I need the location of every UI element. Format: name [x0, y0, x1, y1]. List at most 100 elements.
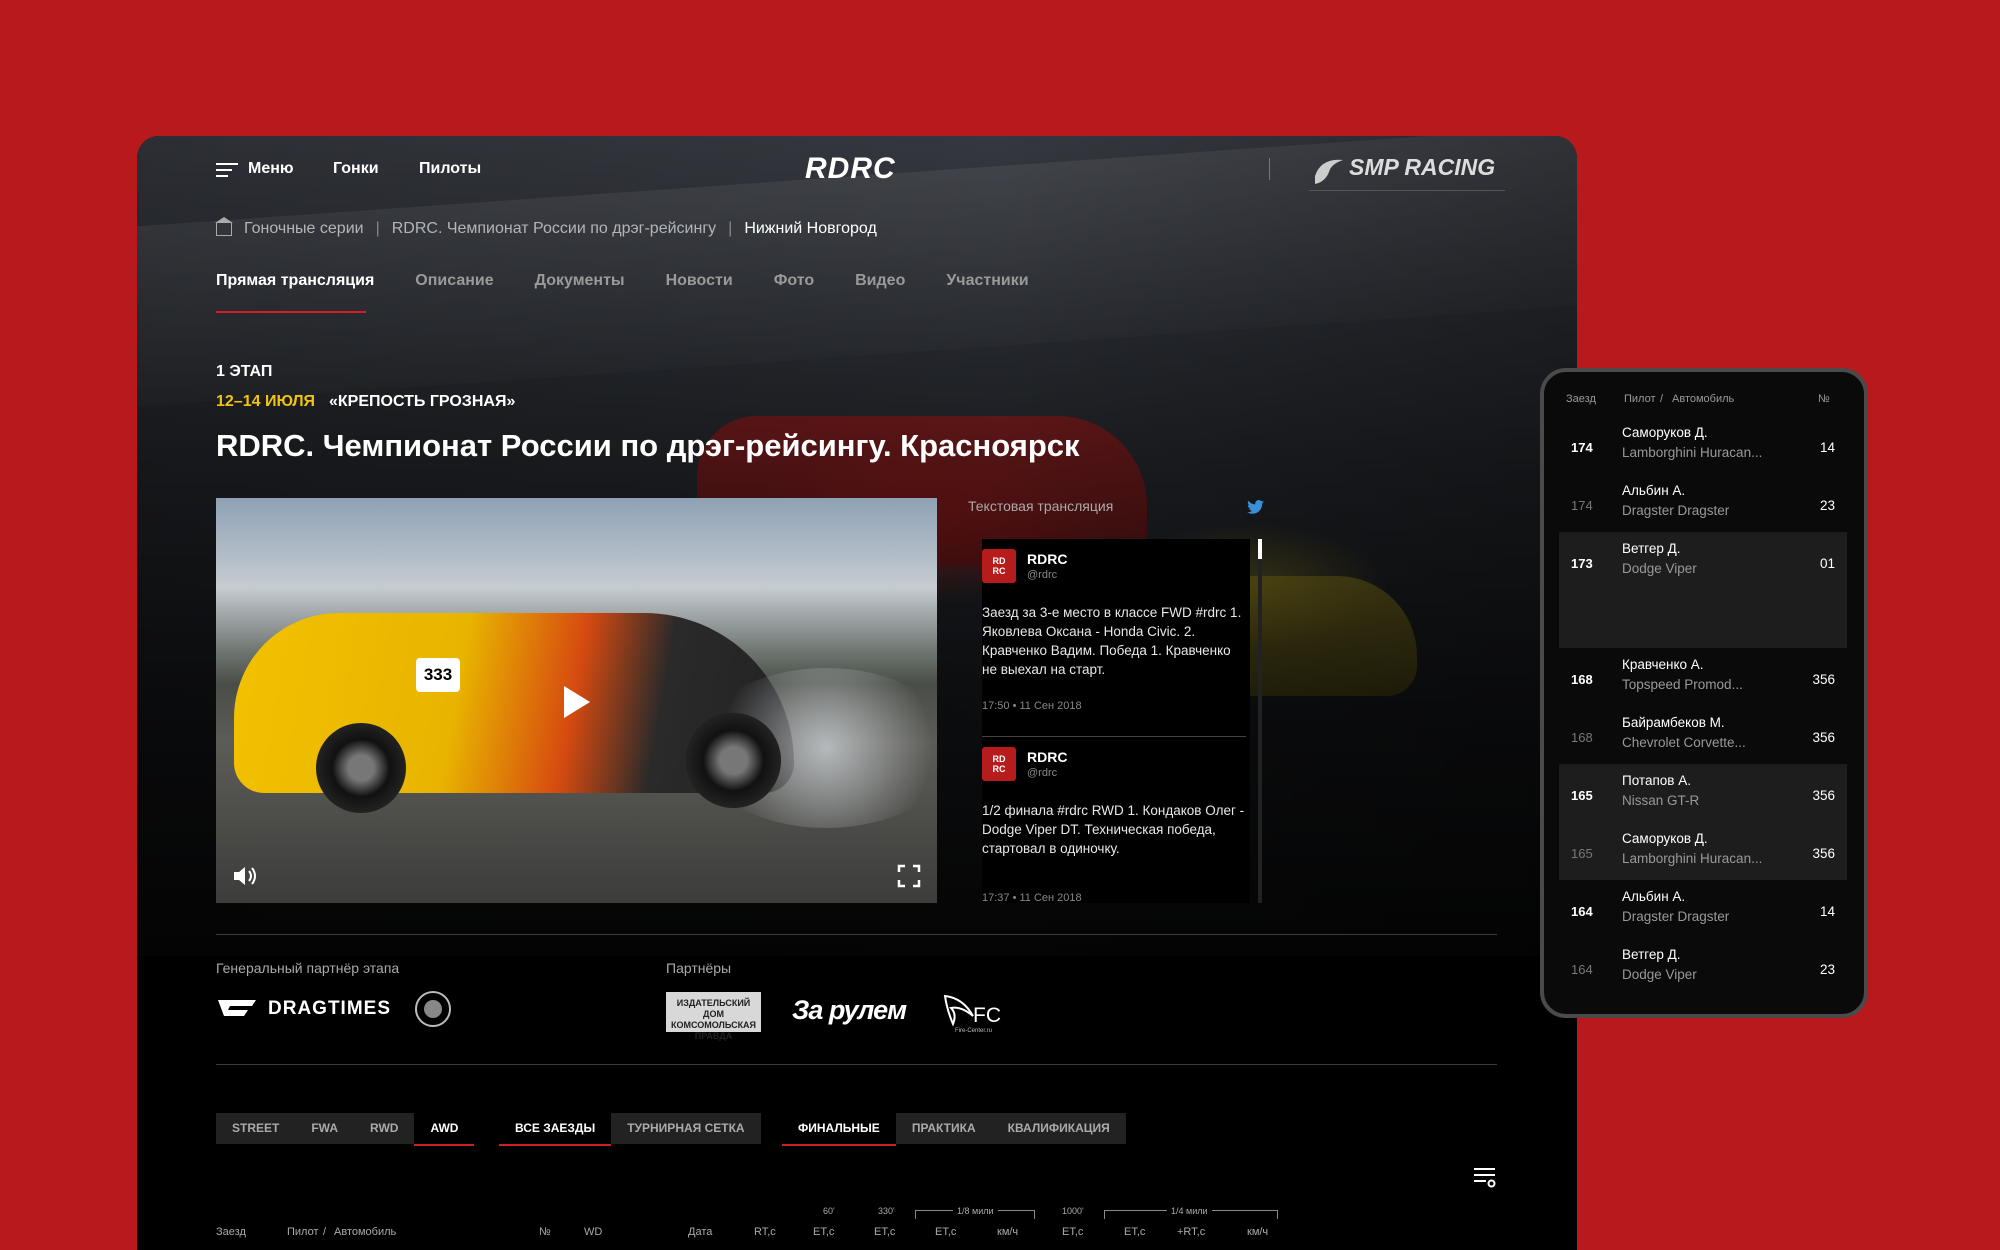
tab-video[interactable]: Видео	[855, 272, 905, 290]
table-settings-icon[interactable]	[1473, 1166, 1497, 1188]
tab-live[interactable]: Прямая трансляция	[216, 272, 374, 290]
col-number[interactable]: №	[539, 1226, 551, 1238]
stage-label: 1 ЭТАП	[216, 363, 273, 380]
breadcrumb-item-series[interactable]: Гоночные серии	[244, 220, 364, 238]
feed-scrollbar[interactable]	[1258, 539, 1262, 903]
row-number: 356	[1812, 730, 1835, 745]
rdrc-logo[interactable]: RDRC	[805, 152, 896, 186]
m-col-race[interactable]: Заезд	[1566, 393, 1596, 405]
row-car: Chevrolet Corvette...	[1622, 735, 1746, 750]
col-et-eighth[interactable]: ET,c	[935, 1226, 956, 1238]
col-et1000[interactable]: ET,c	[1062, 1226, 1083, 1238]
session-final[interactable]: ФИНАЛЬНЫЕ	[782, 1113, 896, 1146]
view-bracket[interactable]: ТУРНИРНАЯ СЕТКА	[611, 1113, 760, 1144]
row-pilot: Альбин А.	[1622, 483, 1686, 498]
row-pilot: Ветгер Д.	[1622, 541, 1681, 556]
class-rwd[interactable]: RWD	[354, 1113, 414, 1144]
nav-races[interactable]: Гонки	[333, 160, 379, 178]
header-group-1000: 1000'	[1062, 1206, 1084, 1216]
m-col-car[interactable]: Автомобиль	[1672, 393, 1734, 405]
text-broadcast-label: Текстовая трансляция	[968, 498, 1114, 514]
header-group-quarter: 1/4 мили	[1167, 1206, 1212, 1216]
table-row[interactable]: 168 Байрамбеков М. Chevrolet Corvette...…	[1559, 706, 1847, 764]
table-row[interactable]: 174 Альбин А. Dragster Dragster 23	[1559, 474, 1847, 532]
row-race: 164	[1571, 904, 1593, 919]
col-car[interactable]: Автомобиль	[334, 1226, 396, 1238]
class-awd[interactable]: AWD	[414, 1113, 475, 1146]
menu-icon[interactable]	[216, 163, 238, 177]
table-row[interactable]: 164 Альбин А. Dragster Dragster 14	[1559, 880, 1847, 938]
row-car: Lamborghini Huracan...	[1622, 851, 1763, 866]
row-car: Nissan GT-R	[1622, 793, 1700, 808]
play-icon[interactable]	[564, 686, 590, 718]
table-row[interactable]: 174 Саморуков Д. Lamborghini Huracan... …	[1559, 416, 1847, 474]
smp-falcon-icon	[1315, 159, 1343, 184]
tweet-handle: @rdrc	[1027, 569, 1058, 581]
event-venue: «КРЕПОСТЬ ГРОЗНАЯ»	[329, 393, 516, 410]
table-row[interactable]: 164 Ветгер Д. Dodge Viper 23	[1559, 938, 1847, 996]
col-date[interactable]: Дата	[688, 1226, 712, 1238]
row-number: 23	[1819, 962, 1835, 977]
row-race: 168	[1571, 730, 1593, 745]
row-race: 174	[1571, 440, 1593, 455]
rdrc-avatar: RD RC	[982, 549, 1016, 583]
col-race[interactable]: Заезд	[216, 1226, 246, 1238]
col-wd[interactable]: WD	[584, 1226, 602, 1238]
col-plus-rt[interactable]: +RT,c	[1177, 1226, 1205, 1238]
class-fwa[interactable]: FWA	[295, 1113, 354, 1144]
home-icon[interactable]	[215, 216, 233, 236]
session-qualifying[interactable]: КВАЛИФИКАЦИЯ	[992, 1113, 1126, 1144]
tab-news[interactable]: Новости	[666, 272, 733, 290]
active-tab-indicator	[216, 311, 366, 313]
row-pilot: Байрамбеков М.	[1622, 715, 1725, 730]
breadcrumb: Гоночные серии | RDRC. Чемпионат России …	[215, 216, 877, 238]
row-pilot: Альбин А.	[1622, 889, 1686, 904]
fire-center-logo[interactable]: FC	[973, 1004, 1001, 1028]
tab-documents[interactable]: Документы	[535, 272, 625, 290]
tab-photo[interactable]: Фото	[774, 272, 814, 290]
class-street[interactable]: STREET	[216, 1113, 295, 1144]
col-et330[interactable]: ET,c	[874, 1226, 895, 1238]
smp-racing-logo[interactable]: SMP RACING	[1349, 154, 1495, 181]
kp-logo[interactable]: ИЗДАТЕЛЬСКИЙ ДОМ КОМСОМОЛЬСКАЯ ПРАВДА	[666, 992, 761, 1041]
header-group-330: 330'	[878, 1206, 895, 1216]
row-number: 01	[1819, 556, 1835, 571]
col-rt[interactable]: RT,c	[754, 1226, 776, 1238]
col-et60[interactable]: ET,c	[813, 1226, 834, 1238]
page-title: RDRC. Чемпионат России по дрэг-рейсингу.…	[216, 428, 1080, 463]
tab-description[interactable]: Описание	[415, 272, 493, 290]
table-row[interactable]: 165 Саморуков Д. Lamborghini Huracan... …	[1559, 822, 1847, 880]
tweet-feed[interactable]: RD RC RDRC @rdrc Заезд за 3-е место в кла…	[982, 539, 1250, 903]
session-practice[interactable]: ПРАКТИКА	[896, 1113, 992, 1144]
table-row[interactable]: 165 Потапов А. Nissan GT-R 356	[1559, 764, 1847, 822]
col-speed-eighth[interactable]: км/ч	[997, 1226, 1018, 1238]
zarulem-logo[interactable]: За рулем	[792, 995, 907, 1026]
menu-button[interactable]: Меню	[248, 160, 294, 178]
row-number: 356	[1812, 788, 1835, 803]
m-col-number[interactable]: №	[1818, 393, 1830, 405]
table-row[interactable]: 173 Ветгер Д. Dodge Viper 01	[1559, 532, 1847, 648]
row-number: 356	[1812, 672, 1835, 687]
breadcrumb-item-championship[interactable]: RDRC. Чемпионат России по дрэг-рейсингу	[392, 220, 716, 238]
volume-icon[interactable]	[232, 865, 258, 887]
dragtimes-logo-icon	[218, 1000, 256, 1016]
mobile-results-panel: Заезд Пилот / Автомобиль № 174 Саморуков…	[1540, 368, 1868, 1018]
divider	[216, 934, 1497, 935]
col-et-quarter[interactable]: ET,c	[1124, 1226, 1145, 1238]
emblem-icon[interactable]	[413, 988, 453, 1030]
tweet-divider	[982, 736, 1246, 737]
view-all-races[interactable]: ВСЕ ЗАЕЗДЫ	[499, 1113, 612, 1146]
col-pilot[interactable]: Пилот	[287, 1226, 319, 1238]
tab-participants[interactable]: Участники	[946, 272, 1028, 290]
row-race: 173	[1571, 556, 1593, 571]
video-player[interactable]: 333	[216, 498, 937, 903]
table-row[interactable]: 168 Кравченко А. Topspeed Promod... 356	[1559, 648, 1847, 706]
dragtimes-logo[interactable]: DRAGTIMES	[268, 998, 391, 1020]
col-speed-quarter[interactable]: км/ч	[1247, 1226, 1268, 1238]
row-car: Lamborghini Huracan...	[1622, 445, 1763, 460]
nav-pilots[interactable]: Пилоты	[419, 160, 481, 178]
fullscreen-icon[interactable]	[897, 864, 921, 888]
m-col-pilot[interactable]: Пилот	[1624, 393, 1656, 405]
twitter-icon[interactable]	[1247, 500, 1264, 514]
tweet-author: RDRC	[1027, 551, 1068, 567]
